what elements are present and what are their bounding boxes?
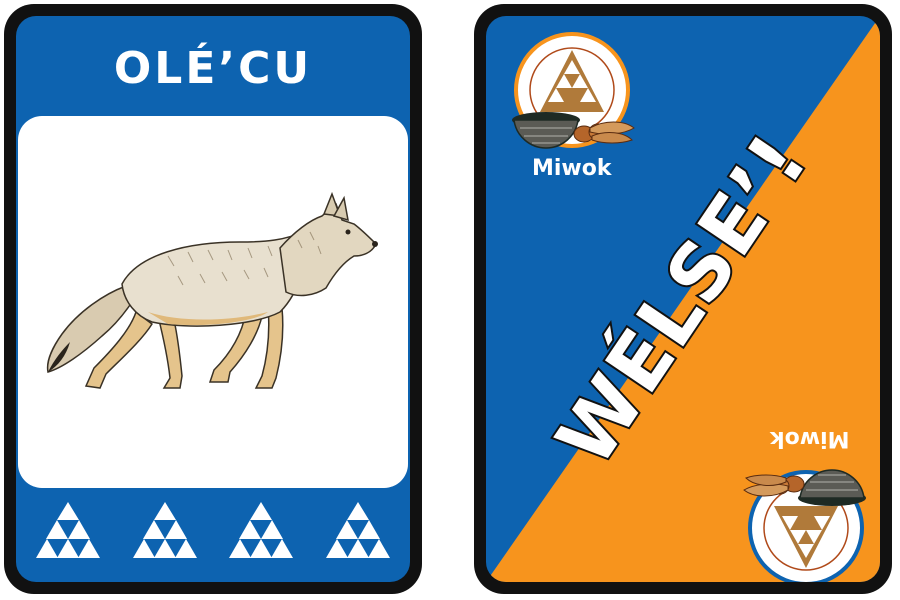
tribal-seal-icon — [743, 469, 866, 582]
illustration-panel — [18, 116, 408, 488]
coyote-illustration — [46, 191, 378, 389]
triangle-cluster-icon — [325, 502, 390, 558]
animal-card[interactable]: OLÉ’CU — [4, 4, 422, 594]
seal-label-top: Miwok — [532, 156, 612, 181]
seal-label-bottom: Miwok — [770, 426, 850, 451]
triangle-cluster-icon — [36, 502, 100, 558]
triangle-row — [36, 500, 390, 562]
card-title: OLÉ’CU — [113, 43, 313, 94]
triangle-cluster-icon — [132, 502, 197, 558]
card-back-face: Miwok WÉLSE’! Miwok — [486, 16, 880, 582]
card-back[interactable]: Miwok WÉLSE’! Miwok — [474, 4, 892, 594]
triangle-cluster-icon — [229, 502, 294, 558]
animal-card-face: OLÉ’CU — [16, 16, 410, 582]
tribal-seal-icon — [512, 32, 635, 149]
